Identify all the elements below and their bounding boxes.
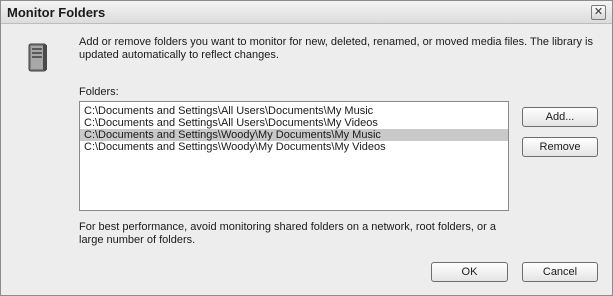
description-text: Add or remove folders you want to monito… [79,36,593,61]
title-bar: Monitor Folders ✕ [1,1,612,24]
folder-list-item-selected[interactable]: C:\Documents and Settings\Woody\My Docum… [80,129,508,141]
folder-library-icon [28,43,47,72]
performance-note: For best performance, avoid monitoring s… [79,221,496,246]
folder-list-item[interactable]: C:\Documents and Settings\All Users\Docu… [80,105,508,117]
remove-button[interactable]: Remove [522,137,598,157]
close-icon: ✕ [593,6,604,18]
cancel-button[interactable]: Cancel [522,262,598,282]
folder-list-item[interactable]: C:\Documents and Settings\All Users\Docu… [80,117,508,129]
monitor-folders-dialog: Monitor Folders ✕ Add or remove folders … [0,0,613,296]
folder-list-item[interactable]: C:\Documents and Settings\Woody\My Docum… [80,141,508,153]
ok-button[interactable]: OK [431,262,508,282]
folders-list[interactable]: C:\Documents and Settings\All Users\Docu… [79,101,509,211]
folders-label: Folders: [79,86,119,98]
add-button[interactable]: Add... [522,107,598,127]
dialog-title: Monitor Folders [7,5,106,20]
close-button[interactable]: ✕ [591,5,606,20]
